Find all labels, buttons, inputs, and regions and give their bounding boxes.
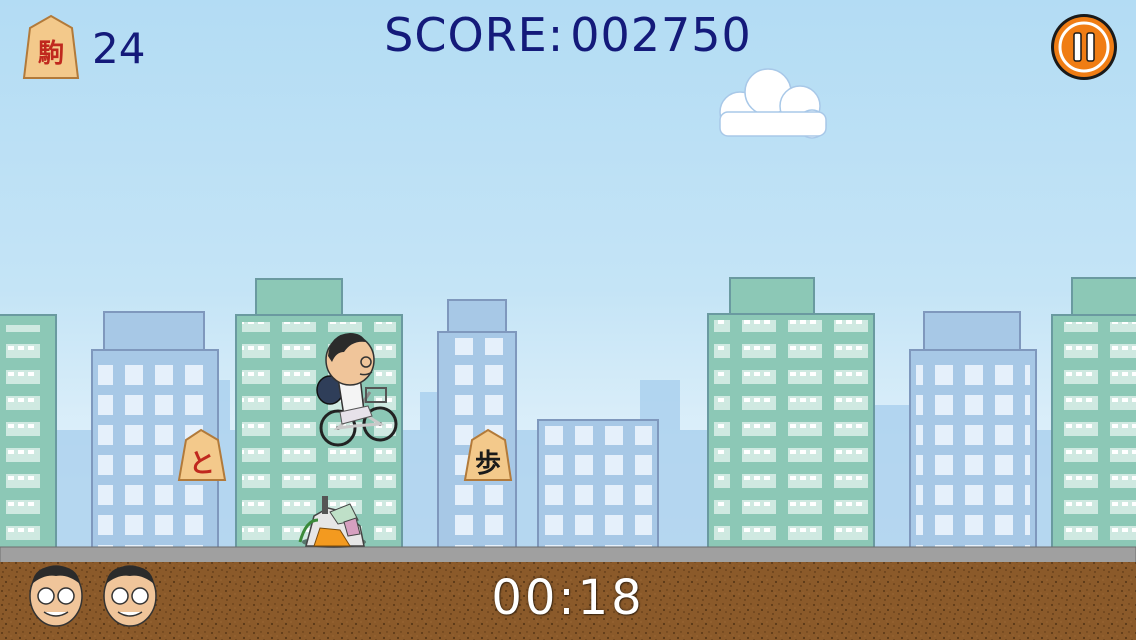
pause-button[interactable] bbox=[1048, 11, 1120, 83]
pause-icon bbox=[1051, 14, 1117, 80]
timer: 00:18 bbox=[491, 570, 645, 626]
koma-counter-icon: 駒 bbox=[22, 14, 80, 79]
score-label: SCORE: bbox=[384, 8, 565, 62]
score-display: SCORE: 002750 bbox=[0, 8, 1136, 62]
score-value: 002750 bbox=[570, 8, 752, 62]
game-scene: と 歩 駒 24 SCORE: 002750 00:18 bbox=[0, 0, 1136, 640]
